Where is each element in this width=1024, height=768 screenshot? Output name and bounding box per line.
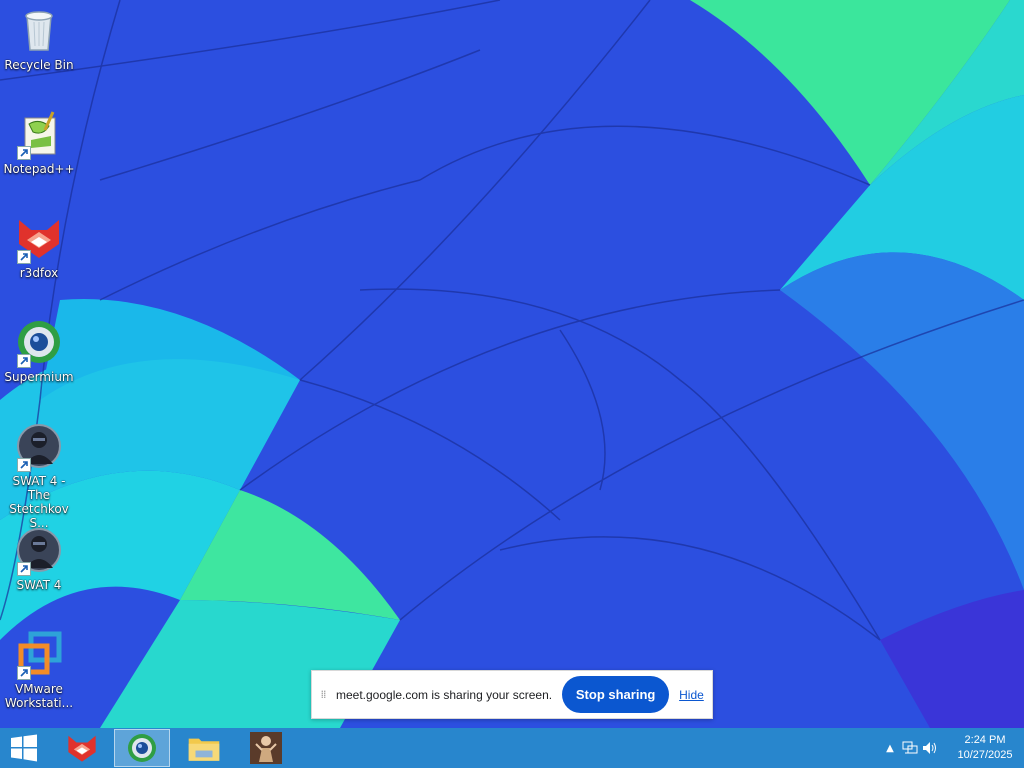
desktop-icon-label: Recycle Bin bbox=[4, 58, 74, 72]
app-figure-icon bbox=[250, 732, 282, 764]
vmware-workstation-icon bbox=[15, 630, 63, 680]
desktop-icon-label: Supermium bbox=[4, 370, 74, 384]
shortcut-arrow-icon bbox=[17, 562, 31, 576]
desktop-wallpaper bbox=[0, 0, 1024, 768]
clock-date: 10/27/2025 bbox=[957, 749, 1013, 761]
shortcut-arrow-icon bbox=[17, 458, 31, 472]
taskbar-app-figure[interactable] bbox=[238, 729, 294, 767]
desktop-icon-recycle-bin[interactable]: Recycle Bin bbox=[2, 6, 76, 72]
swat4-stetchkov-icon bbox=[15, 422, 63, 472]
desktop-icon-swat4-stetchkov[interactable]: SWAT 4 - The Stetchkov S... bbox=[2, 422, 76, 530]
show-hidden-icons-chevron-icon[interactable]: ▲ bbox=[880, 743, 900, 754]
supermium-icon bbox=[15, 318, 63, 368]
taskbar: ▲ 2:24 PM 10/27/2025 bbox=[0, 728, 1024, 768]
desktop-icon-swat4[interactable]: SWAT 4 bbox=[2, 526, 76, 592]
desktop-icon-vmware-workstation[interactable]: VMware Workstati... bbox=[2, 630, 76, 710]
swat4-icon bbox=[15, 526, 63, 576]
desktop-icon-label: Notepad++ bbox=[3, 162, 75, 176]
r3dfox-icon bbox=[15, 214, 63, 264]
supermium-icon bbox=[128, 734, 156, 762]
desktop-icon-label: r3dfox bbox=[19, 266, 59, 280]
shortcut-arrow-icon bbox=[17, 666, 31, 680]
shortcut-arrow-icon bbox=[17, 146, 31, 160]
file-explorer-icon bbox=[188, 738, 220, 761]
start-icon bbox=[11, 734, 37, 762]
clock[interactable]: 2:24 PM 10/27/2025 bbox=[946, 733, 1024, 763]
desktop-icon-supermium[interactable]: Supermium bbox=[2, 318, 76, 384]
network-icon[interactable] bbox=[900, 741, 920, 755]
desktop-icon-notepad-plus-plus[interactable]: Notepad++ bbox=[2, 110, 76, 176]
desktop-icon-r3dfox[interactable]: r3dfox bbox=[2, 214, 76, 280]
taskbar-app-file-explorer[interactable] bbox=[176, 729, 232, 767]
clock-time: 2:24 PM bbox=[964, 734, 1006, 746]
drag-handle-icon[interactable]: ⁞⁞ bbox=[312, 688, 334, 701]
r3dfox-icon bbox=[68, 735, 96, 762]
desktop-icon-label: SWAT 4 - The Stetchkov S... bbox=[9, 474, 69, 530]
system-tray: ▲ 2:24 PM 10/27/2025 bbox=[880, 728, 1024, 768]
shortcut-arrow-icon bbox=[17, 250, 31, 264]
desktop-icon-label: VMware Workstati... bbox=[4, 682, 74, 710]
taskbar-app-supermium[interactable] bbox=[114, 729, 170, 767]
recycle-bin-icon bbox=[15, 6, 63, 54]
shortcut-arrow-icon bbox=[17, 354, 31, 368]
volume-icon[interactable] bbox=[920, 741, 940, 755]
share-message: meet.google.com is sharing your screen. bbox=[336, 687, 553, 702]
stop-sharing-button[interactable]: Stop sharing bbox=[562, 676, 670, 713]
notepad-plus-plus-icon bbox=[15, 110, 63, 160]
start-button[interactable] bbox=[0, 728, 48, 768]
screen-share-bar: ⁞⁞ meet.google.com is sharing your scree… bbox=[311, 670, 713, 719]
hide-link[interactable]: Hide bbox=[679, 688, 704, 702]
taskbar-app-r3dfox[interactable] bbox=[54, 729, 110, 767]
desktop-icon-label: SWAT 4 bbox=[16, 578, 62, 592]
